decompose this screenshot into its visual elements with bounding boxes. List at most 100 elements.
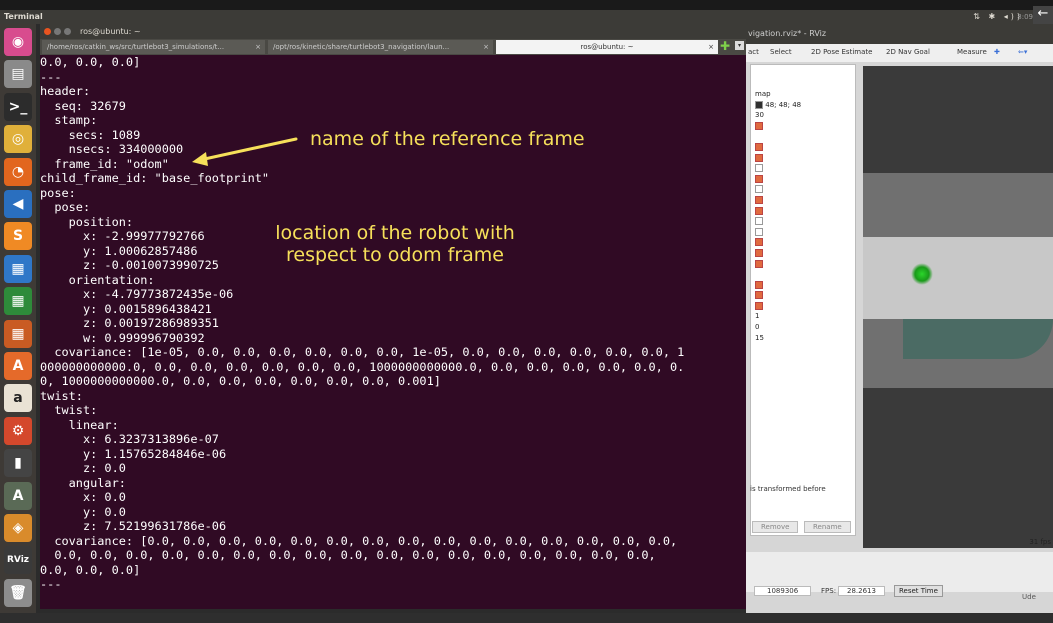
display-checkbox[interactable] (755, 216, 801, 227)
display-checkbox[interactable] (755, 290, 801, 301)
terminal-title: ros@ubuntu: ~ (80, 27, 141, 36)
close-window-icon[interactable] (44, 28, 51, 35)
terminal-line: frame_id: "odom" (40, 156, 169, 171)
tool-measure[interactable]: Measure (957, 48, 987, 56)
maximize-window-icon[interactable] (64, 28, 71, 35)
location-annotation-line2: respect to odom frame (286, 244, 504, 266)
fps-value: 28.2613 (838, 586, 885, 596)
amazon-icon[interactable]: a (4, 384, 32, 413)
terminal-line: x: -4.79773872435e-06 (40, 287, 234, 301)
sublime-icon[interactable]: S (4, 222, 32, 251)
display-checkbox[interactable] (755, 248, 801, 259)
panel-indicators[interactable]: ⇅ ✱ ◂)) (973, 10, 1023, 24)
rviz-icon[interactable]: RViz (4, 546, 32, 575)
display-checkbox[interactable] (755, 121, 801, 132)
tool-2d-nav-goal[interactable]: 2D Nav Goal (886, 48, 930, 56)
terminal-line: pose: (40, 185, 76, 200)
display-value: 15 (755, 333, 764, 342)
rviz-3d-view[interactable] (863, 66, 1053, 548)
rename-button[interactable]: Rename (804, 521, 851, 533)
terminal-line: stamp: (40, 113, 98, 127)
top-edge (0, 0, 1053, 10)
terminal-line: header: (40, 84, 91, 98)
tab-navigation[interactable]: /opt/ros/kinetic/share/turtlebot3_naviga… (268, 40, 493, 54)
close-tab-icon: × (255, 43, 261, 51)
display-checkbox[interactable] (755, 184, 801, 195)
display-map-label: map (755, 90, 771, 98)
close-tab-icon: × (483, 43, 489, 51)
display-alpha: 30 (755, 111, 764, 120)
tab-simulations[interactable]: /home/ros/catkin_ws/src/turtlebot3_simul… (42, 40, 265, 54)
chrome-icon[interactable]: ◎ (4, 125, 32, 154)
display-checkbox[interactable] (755, 301, 801, 312)
terminal-line: angular: (40, 475, 126, 490)
tab-home[interactable]: ros@ubuntu: ~ × (496, 40, 718, 54)
writer-icon[interactable]: ▦ (4, 254, 32, 283)
updater-icon[interactable]: A (4, 481, 32, 510)
display-checkbox[interactable] (755, 153, 801, 164)
display-checkbox[interactable] (755, 174, 801, 185)
rviz-toolbar: act Select 2D Pose Estimate 2D Nav Goal … (746, 44, 1053, 62)
display-checkbox[interactable] (755, 163, 801, 174)
location-annotation-line1: location of the robot with (275, 222, 515, 244)
display-checkbox[interactable] (755, 142, 801, 153)
map-costmap-area (903, 319, 1053, 359)
terminal-line: x: 6.3237313896e-07 (40, 432, 219, 446)
minimize-window-icon[interactable] (54, 28, 61, 35)
tool-2d-pose-estimate[interactable]: 2D Pose Estimate (811, 48, 872, 56)
ubuntu-dash-icon[interactable]: ◉ (4, 28, 32, 56)
fps-label: FPS: (821, 587, 837, 595)
terminal-line: --- (40, 577, 62, 591)
map-free-space (863, 237, 1053, 319)
vscode-icon[interactable]: ◀ (4, 190, 32, 218)
firefox-icon[interactable]: ◔ (4, 157, 32, 186)
tab-menu-icon[interactable]: ▾ (735, 41, 744, 50)
tool-select[interactable]: Select (770, 48, 792, 56)
terminal-icon[interactable]: >_ (4, 92, 32, 121)
display-checkbox[interactable] (755, 206, 801, 217)
terminal-line: seq: 32679 (40, 98, 126, 113)
terminal-line: 0.0, 0.0, 0.0, 0.0, 0.0, 0.0, 0.0, 0.0, … (40, 548, 656, 562)
display-checkbox[interactable] (755, 237, 801, 248)
settings-icon[interactable]: ⚙ (4, 416, 32, 445)
terminal-line: twist: (40, 388, 83, 403)
tool-menu-icon[interactable]: ⇐▾ (1018, 48, 1027, 56)
files-icon[interactable]: ▤ (4, 60, 32, 89)
virtualbox-icon[interactable]: ◈ (4, 514, 32, 542)
bottom-edge (0, 613, 1053, 623)
annotation-arrow (192, 137, 298, 166)
remove-button[interactable]: Remove (752, 521, 799, 533)
close-tab-icon: × (708, 43, 714, 51)
panel-app-name: Terminal (4, 12, 43, 21)
calc-icon[interactable]: ▦ (4, 287, 32, 316)
display-checkbox[interactable] (755, 227, 801, 238)
display-checkbox[interactable] (755, 195, 801, 206)
launcher: ◉ ▤ >_ ◎ ◔ ◀ S ▦ ▦ ▦ Aa ⚙ ▮ A ◈ RViz 🗑 (0, 24, 36, 613)
impress-icon[interactable]: ▦ (4, 319, 32, 348)
display-checkbox[interactable] (755, 259, 801, 270)
occupancy-map (863, 173, 1053, 388)
amcl-particle-cloud (911, 263, 933, 285)
reset-time-button[interactable]: Reset Time (894, 585, 943, 597)
terminal-window: ros@ubuntu: ~ /home/ros/catkin_ws/src/tu… (40, 24, 746, 609)
panel-clock[interactable]: 8:09 (1017, 10, 1033, 24)
frame-annotation: name of the reference frame (310, 128, 585, 150)
terminal-line: --- (40, 69, 62, 84)
terminal-line: z: 0.00197286989351 (40, 316, 219, 330)
software-center-icon[interactable]: A (4, 352, 32, 380)
display-color: 48; 48; 48 (755, 100, 801, 111)
terminal-line: covariance: [0.0, 0.0, 0.0, 0.0, 0.0, 0.… (40, 533, 678, 548)
new-tab-icon[interactable]: ✚ (720, 40, 730, 52)
terminal-line: 000000000000.0, 0.0, 0.0, 0.0, 0.0, 0.0,… (40, 359, 685, 374)
back-arrow-icon[interactable]: ← (1033, 6, 1053, 24)
display-checkbox[interactable] (755, 280, 801, 291)
add-tool-icon[interactable]: ✚ (994, 48, 1000, 56)
trash-icon[interactable]: 🗑 (4, 578, 32, 607)
watermark-logo: Ude (1022, 593, 1036, 601)
top-panel: Terminal ⇅ ✱ ◂)) 8:09 (0, 10, 1053, 24)
usb-drive-icon[interactable]: ▮ (4, 449, 32, 478)
terminal-line: twist: (40, 403, 98, 417)
tool-interact[interactable]: act (748, 48, 759, 56)
terminal-line: z: 0.0 (40, 461, 126, 475)
terminal-line: pose: (40, 200, 91, 214)
